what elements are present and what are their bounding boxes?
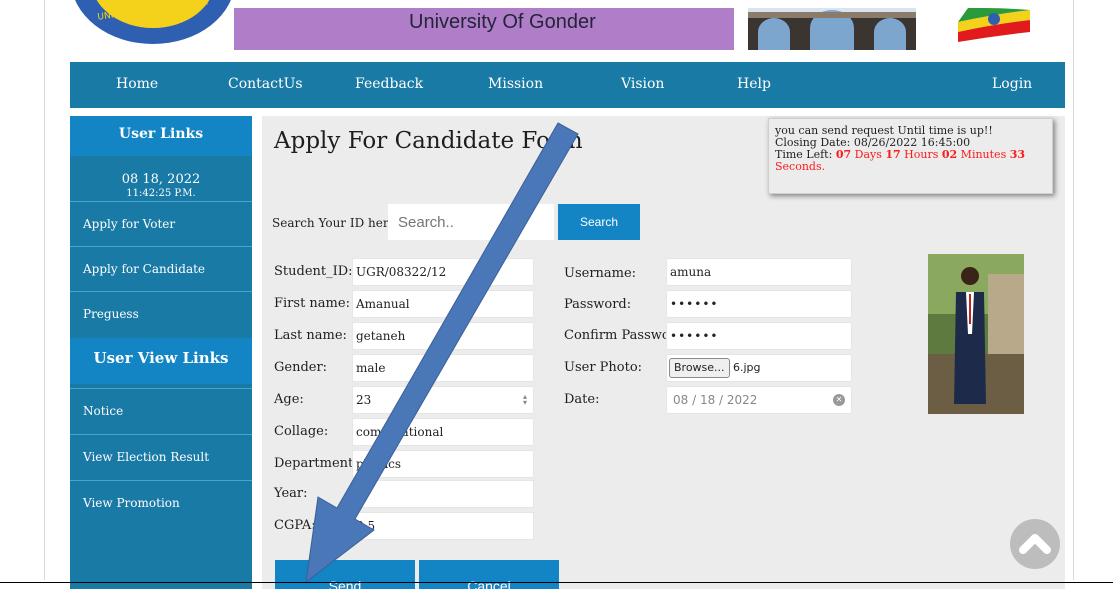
collage-label: Collage: [274, 424, 329, 439]
nav-contactus[interactable]: ContactUs [228, 76, 303, 92]
spinner-arrows-icon[interactable]: ▴ ▾ [523, 393, 527, 407]
age-label: Age: [274, 392, 304, 407]
nav-vision[interactable]: Vision [621, 76, 664, 92]
browse-button[interactable]: Browse... [669, 358, 730, 378]
seconds-word: Seconds. [775, 160, 826, 173]
user-photo-label: User Photo: [564, 360, 643, 375]
header-banner: University Of Gonder [234, 8, 734, 50]
minutes-num: 02 [941, 148, 958, 161]
sidebar-item-promotion[interactable]: View Promotion [70, 480, 252, 525]
campus-gate-image [748, 8, 916, 50]
year-field[interactable] [352, 480, 534, 508]
hours-num: 17 [885, 148, 901, 161]
first-name-field[interactable]: Amanual [352, 290, 534, 318]
page-title: Apply For Candidate Form [274, 128, 583, 154]
search-button[interactable]: Search [558, 204, 640, 240]
user-links-heading: User Links [70, 116, 252, 156]
send-button[interactable]: Send [275, 560, 415, 589]
year-label: Year: [274, 486, 308, 501]
sidebar-item-preguess[interactable]: Preguess [70, 291, 252, 336]
bottom-divider [0, 582, 1113, 583]
username-label: Username: [564, 266, 637, 281]
date-value: 08 / 18 / 2022 [673, 393, 758, 407]
sidebar-time: 11:42:25 P.M. [126, 188, 196, 199]
university-logo: UNIVERSITY OF GONDAR [75, 0, 231, 44]
nav-feedback[interactable]: Feedback [355, 76, 423, 92]
age-value: 23 [356, 393, 372, 407]
days-num: 07 [835, 148, 852, 161]
hours-word: Hours [900, 148, 942, 161]
cgpa-field[interactable]: 3.5 [352, 512, 534, 540]
chevron-up-icon [1019, 534, 1051, 554]
nav-help[interactable]: Help [737, 76, 771, 92]
main-navbar: Home ContactUs Feedback Mission Vision H… [70, 62, 1065, 108]
student-id-field[interactable]: UGR/08322/12 [352, 258, 534, 286]
sidebar-item-apply-candidate[interactable]: Apply for Candidate [70, 246, 252, 291]
search-input[interactable] [388, 204, 554, 240]
gender-label: Gender: [274, 360, 328, 375]
selected-file-name: 6.jpg [733, 361, 761, 374]
main-content: Apply For Candidate Form you can send re… [262, 116, 1065, 589]
date-field[interactable]: 08 / 18 / 2022 ✕ [666, 386, 852, 414]
deadline-notice: you can send request Until time is up!! … [768, 118, 1053, 194]
student-id-label: Student_ID: [274, 264, 353, 279]
last-name-label: Last name: [274, 328, 347, 343]
clear-date-icon[interactable]: ✕ [833, 394, 845, 406]
nav-mission[interactable]: Mission [488, 76, 543, 92]
seconds-num: 33 [1009, 148, 1026, 161]
user-view-links-heading: User View Links [70, 338, 252, 384]
sidebar-item-election-result[interactable]: View Election Result [70, 434, 252, 479]
search-label: Search Your ID here [272, 216, 396, 230]
date-label: Date: [564, 392, 600, 407]
department-label: Department: [274, 456, 358, 471]
cgpa-label: CGPA: [274, 518, 316, 533]
ethiopian-flag-image [958, 8, 1030, 42]
username-field[interactable]: amuna [666, 258, 852, 286]
password-field[interactable]: •••••• [666, 290, 852, 318]
minutes-word: Minutes [957, 148, 1010, 161]
last-name-field[interactable]: getaneh [352, 322, 534, 350]
sidebar-date: 08 18, 2022 [121, 172, 201, 187]
gender-field[interactable]: male [352, 354, 534, 382]
user-photo-file-input[interactable]: Browse... 6.jpg [666, 354, 852, 382]
sidebar-item-apply-voter[interactable]: Apply for Voter [70, 201, 252, 246]
days-word: Days [851, 148, 886, 161]
confirm-password-field[interactable]: •••••• [666, 322, 852, 350]
sidebar: User Links 08 18, 2022 11:42:25 P.M. App… [70, 116, 252, 589]
site-title: University Of Gonder [409, 11, 596, 33]
password-label: Password: [564, 297, 632, 312]
age-field[interactable]: 23 ▴ ▾ [352, 386, 534, 414]
department-field[interactable]: physics [352, 450, 534, 478]
collage-field[interactable]: computational [352, 418, 534, 446]
nav-home[interactable]: Home [116, 76, 158, 92]
sidebar-item-notice[interactable]: Notice [70, 388, 252, 433]
cancel-button[interactable]: Cancel [419, 560, 559, 589]
candidate-photo [928, 254, 1024, 414]
first-name-label: First name: [274, 296, 350, 311]
nav-login[interactable]: Login [992, 76, 1032, 92]
scroll-to-top-button[interactable] [1010, 519, 1060, 569]
